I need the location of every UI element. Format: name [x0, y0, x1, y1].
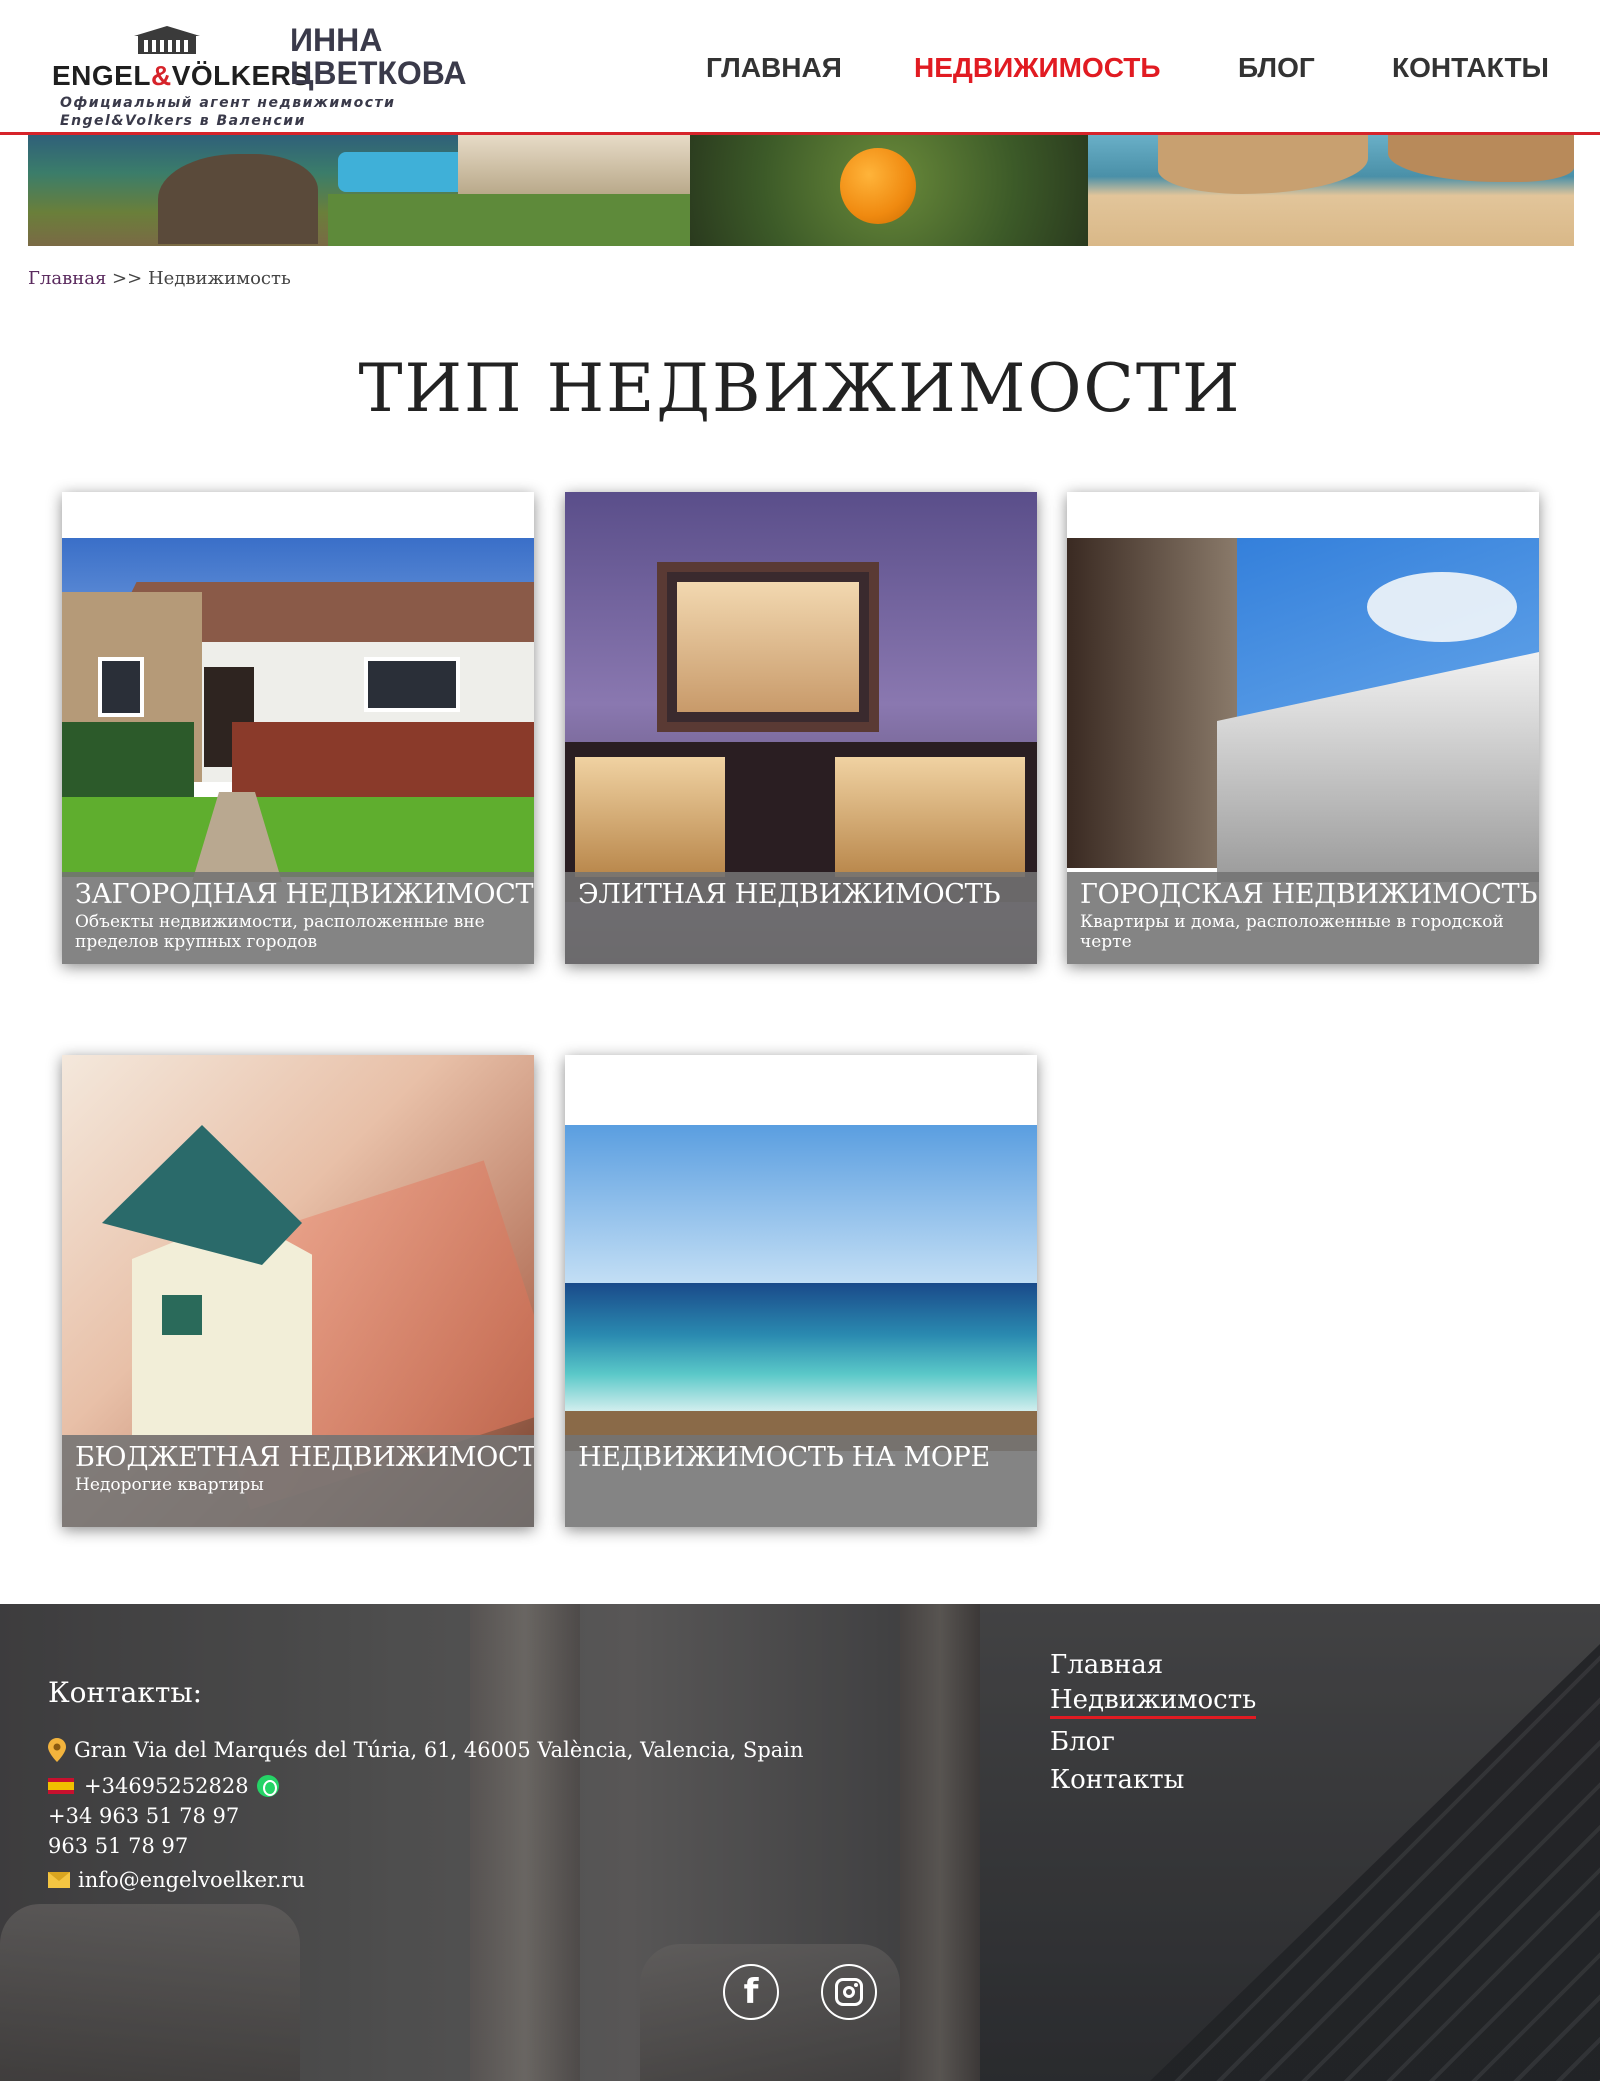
banner-beach-image	[1088, 134, 1574, 246]
footer-nav-realty[interactable]: Недвижимость	[1050, 1684, 1257, 1719]
spain-flag-icon	[48, 1778, 74, 1794]
breadcrumb-home-link[interactable]: Главная	[28, 268, 106, 289]
instagram-icon[interactable]	[821, 1964, 877, 2020]
footer-phone-local: 963 51 78 97	[48, 1834, 188, 1858]
card-caption: БЮДЖЕТНАЯ НЕДВИЖИМОСТЬ Недорогие квартир…	[62, 1435, 534, 1527]
card-title: ЭЛИТНАЯ НЕДВИЖИМОСТЬ	[578, 879, 1001, 910]
facebook-glyph: f	[743, 1972, 759, 2012]
footer-address: Gran Via del Marqués del Túria, 61, 4600…	[48, 1738, 804, 1762]
nav-item-realty[interactable]: НЕДВИЖИМОСТЬ	[914, 52, 1160, 84]
phone-mobile-text[interactable]: +34695252828	[84, 1774, 249, 1798]
banner-orange-image	[690, 134, 1088, 246]
instagram-glyph	[835, 1978, 863, 2006]
phone-local-text[interactable]: 963 51 78 97	[48, 1834, 188, 1858]
header-banner	[28, 134, 1574, 246]
location-pin-icon	[48, 1738, 66, 1762]
footer-nav-home[interactable]: Главная	[1050, 1646, 1256, 1684]
card-description: Объекты недвижимости, расположенные вне …	[75, 912, 485, 952]
card-title: БЮДЖЕТНАЯ НЕДВИЖИМОСТЬ	[75, 1442, 534, 1473]
page-title: ТИП НЕДВИЖИМОСТИ	[358, 350, 1242, 427]
footer-nav-blog[interactable]: Блог	[1050, 1723, 1256, 1761]
card-caption: ЭЛИТНАЯ НЕДВИЖИМОСТЬ	[565, 872, 1037, 964]
card-caption: ГОРОДСКАЯ НЕДВИЖИМОСТЬ Квартиры и дома, …	[1067, 872, 1539, 964]
card-title: ЗАГОРОДНАЯ НЕДВИЖИМОСТЬ	[75, 879, 534, 910]
address-text: Gran Via del Marqués del Túria, 61, 4600…	[74, 1738, 804, 1762]
breadcrumb-current: Недвижимость	[147, 268, 291, 289]
card-description: Квартиры и дома, расположенные в городск…	[1080, 912, 1504, 952]
footer-phone-mobile: +34695252828	[48, 1774, 279, 1798]
site-header: ENGEL&VÖLKERS ИННА ЦВЕТКОВА Официальный а…	[0, 0, 1600, 135]
footer-phone-intl: +34 963 51 78 97	[48, 1804, 239, 1828]
site-footer: Контакты: Gran Via del Marqués del Túria…	[0, 1604, 1600, 2081]
category-card-city[interactable]: ГОРОДСКАЯ НЕДВИЖИМОСТЬ Квартиры и дома, …	[1067, 492, 1539, 964]
email-link[interactable]: info@engelvoelker.ru	[78, 1868, 305, 1892]
whatsapp-icon[interactable]	[256, 1775, 279, 1797]
card-caption: НЕДВИЖИМОСТЬ НА МОРЕ	[565, 1435, 1037, 1527]
breadcrumb-separator: >>	[112, 268, 143, 289]
card-caption: ЗАГОРОДНАЯ НЕДВИЖИМОСТЬ Объекты недвижим…	[62, 872, 534, 964]
phone-intl-text[interactable]: +34 963 51 78 97	[48, 1804, 239, 1828]
footer-nav-contacts[interactable]: Контакты	[1050, 1761, 1256, 1799]
footer-email: info@engelvoelker.ru	[48, 1868, 305, 1892]
facebook-icon[interactable]: f	[723, 1964, 779, 2020]
main-nav: ГЛАВНАЯ НЕДВИЖИМОСТЬ БЛОГ КОНТАКТЫ	[0, 52, 1600, 92]
card-title: ГОРОДСКАЯ НЕДВИЖИМОСТЬ	[1080, 879, 1538, 910]
nav-item-home[interactable]: ГЛАВНАЯ	[706, 52, 842, 84]
footer-contacts-title: Контакты:	[48, 1676, 203, 1709]
envelope-icon	[48, 1872, 70, 1888]
category-card-country[interactable]: ЗАГОРОДНАЯ НЕДВИЖИМОСТЬ Объекты недвижим…	[62, 492, 534, 964]
category-card-sea[interactable]: НЕДВИЖИМОСТЬ НА МОРЕ	[565, 1055, 1037, 1527]
logo-tagline: Официальный агент недвижимости Engel&Volk…	[60, 95, 396, 129]
nav-item-contacts[interactable]: КОНТАКТЫ	[1392, 52, 1549, 84]
category-card-elite[interactable]: ЭЛИТНАЯ НЕДВИЖИМОСТЬ	[565, 492, 1037, 964]
breadcrumb: Главная >> Недвижимость	[28, 268, 291, 289]
footer-nav: Главная Недвижимость Блог Контакты	[1050, 1646, 1257, 1799]
banner-coast-villa-image	[28, 134, 690, 246]
nav-item-blog[interactable]: БЛОГ	[1238, 52, 1315, 84]
card-title: НЕДВИЖИМОСТЬ НА МОРЕ	[578, 1442, 990, 1473]
card-description: Недорогие квартиры	[75, 1475, 264, 1495]
category-card-budget[interactable]: БЮДЖЕТНАЯ НЕДВИЖИМОСТЬ Недорогие квартир…	[62, 1055, 534, 1527]
